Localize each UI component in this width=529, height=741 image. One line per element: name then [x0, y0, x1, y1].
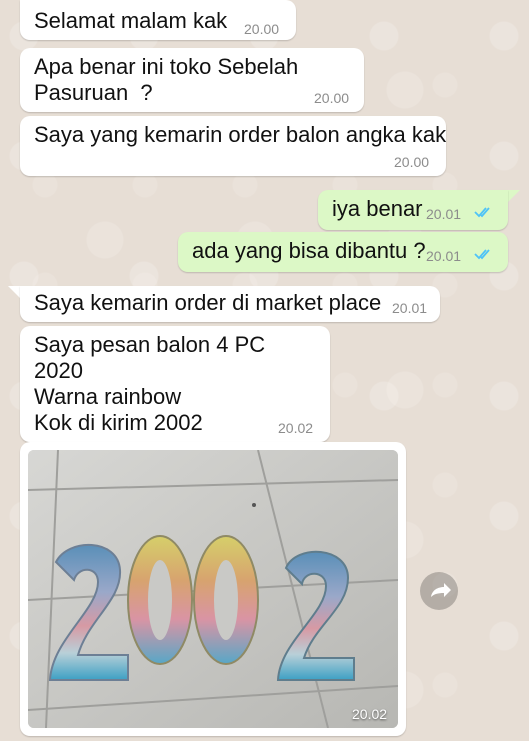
message-text: Saya yang kemarin order balon angka kak [34, 122, 447, 147]
message-time: 20.02 [278, 420, 314, 436]
message-time: 20.01 [426, 206, 462, 222]
message-bubble-outgoing[interactable]: iya benar 20.01 [318, 190, 508, 230]
message-time: 20.00 [244, 21, 280, 37]
double-check-icon [474, 207, 490, 218]
message-text: Apa benar ini toko Sebelah Pasuruan ? [34, 54, 299, 105]
share-arrow-icon [431, 583, 451, 597]
message-time: 20.00 [394, 154, 430, 170]
message-bubble[interactable]: Saya kemarin order di market place 20.01 [20, 286, 440, 322]
message-text: ada yang bisa dibantu ? [192, 238, 426, 263]
message-text: Selamat malam kak [34, 8, 228, 33]
message-time: 20.00 [314, 90, 350, 106]
message-time: 20.01 [392, 300, 428, 316]
double-check-icon [474, 249, 490, 260]
message-time: 20.01 [426, 248, 462, 264]
photo-time: 20.02 [352, 706, 388, 722]
photo-message[interactable]: 20.02 [20, 442, 406, 736]
bubble-tail [508, 190, 520, 202]
balloon-photo-image [28, 450, 398, 728]
message-bubble[interactable]: Selamat malam kak 20.00 [20, 0, 296, 40]
message-bubble-outgoing[interactable]: ada yang bisa dibantu ? 20.01 [178, 232, 508, 272]
message-text: Saya pesan balon 4 PC 2020 Warna rainbow… [34, 332, 266, 435]
forward-button[interactable] [420, 572, 458, 610]
message-bubble[interactable]: Saya yang kemarin order balon angka kak … [20, 116, 446, 176]
message-text: Saya kemarin order di market place [34, 290, 382, 315]
bubble-tail [8, 286, 20, 298]
balloon-photo[interactable] [28, 450, 398, 728]
message-bubble[interactable]: Apa benar ini toko Sebelah Pasuruan ? 20… [20, 48, 364, 112]
message-bubble[interactable]: Saya pesan balon 4 PC 2020 Warna rainbow… [20, 326, 330, 442]
message-text: iya benar [332, 196, 423, 221]
